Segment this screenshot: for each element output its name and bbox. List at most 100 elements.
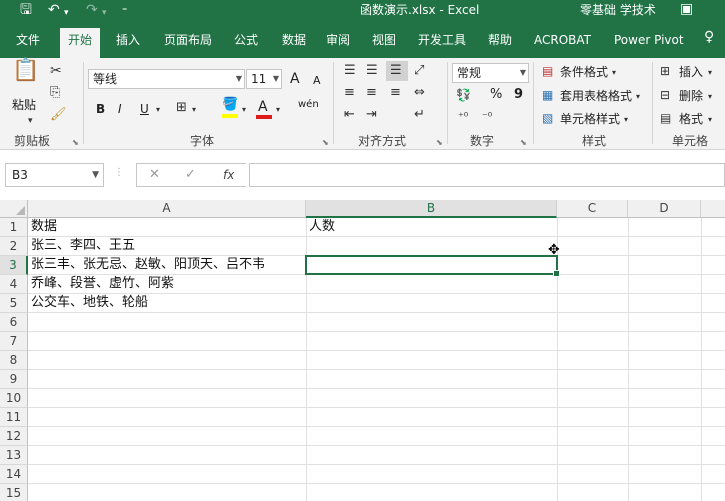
column-header-b[interactable]: B	[306, 200, 557, 218]
paste-dropdown-icon[interactable]: ▾	[28, 114, 33, 128]
row-header[interactable]: 15	[0, 484, 28, 501]
font-launcher-icon[interactable]: ⬊	[322, 138, 329, 147]
cell-b1[interactable]: 人数	[309, 218, 555, 236]
customize-toolbar-icon[interactable]: ⁼	[122, 3, 127, 21]
paste-button[interactable]: 粘贴	[12, 98, 36, 112]
tab-data[interactable]: 数据	[282, 32, 306, 48]
column-header-d[interactable]: D	[628, 200, 701, 218]
paste-icon[interactable]: 📋	[12, 60, 39, 82]
currency-icon[interactable]: 💱	[456, 88, 471, 102]
row-header[interactable]: 12	[0, 427, 28, 446]
number-launcher-icon[interactable]: ⬊	[520, 138, 527, 147]
fill-dropdown-icon[interactable]: ▾	[242, 103, 246, 117]
grow-font-button[interactable]: A	[290, 72, 300, 86]
name-box[interactable]: B3 ▼	[5, 163, 104, 187]
chevron-down-icon[interactable]: ▾	[708, 66, 712, 80]
cell-a4[interactable]: 乔峰、段誉、虚竹、阿紫	[31, 275, 305, 293]
format-as-table-button[interactable]: 套用表格格式	[560, 89, 632, 103]
column-header-c[interactable]: C	[557, 200, 628, 218]
tab-power-pivot[interactable]: Power Pivot	[614, 32, 684, 48]
cancel-icon[interactable]: ✕	[149, 167, 160, 182]
insert-cells-button[interactable]: 插入	[679, 65, 703, 79]
select-all-button[interactable]	[0, 200, 28, 218]
selected-cell-b3[interactable]	[305, 255, 560, 277]
insert-function-button[interactable]: fx	[223, 168, 234, 182]
font-color-dropdown-icon[interactable]: ▾	[276, 103, 280, 117]
lightbulb-icon[interactable]: ♀	[704, 29, 714, 45]
row-header[interactable]: 13	[0, 446, 28, 465]
worksheet-grid[interactable]: A B C D 1 2 3 4 5 6 7 8 9 10 11 12 13 14…	[0, 200, 725, 501]
format-cells-button[interactable]: 格式	[679, 112, 703, 126]
tab-view[interactable]: 视图	[372, 32, 396, 48]
cell-a3[interactable]: 张三丰、张无忌、赵敏、阳顶天、吕不韦	[31, 256, 305, 274]
cut-icon[interactable]: ✂	[50, 64, 62, 78]
resize-handle-icon[interactable]: ⋮	[114, 167, 124, 178]
row-header[interactable]: 2	[0, 237, 28, 256]
formula-input[interactable]	[249, 163, 725, 187]
enter-icon[interactable]: ✓	[185, 167, 196, 182]
cell-a5[interactable]: 公交车、地铁、轮船	[31, 294, 305, 312]
conditional-format-button[interactable]: 条件格式	[560, 65, 608, 79]
italic-button[interactable]: I	[118, 102, 122, 116]
conditional-format-icon[interactable]: ▤	[542, 64, 553, 78]
cell-styles-button[interactable]: 单元格样式	[560, 112, 620, 126]
row-header[interactable]: 8	[0, 351, 28, 370]
format-painter-icon[interactable]: 🖌	[50, 108, 67, 122]
format-cells-icon[interactable]: ▤	[660, 111, 671, 125]
chevron-down-icon[interactable]: ▾	[708, 113, 712, 127]
insert-cells-icon[interactable]: ⊞	[660, 64, 670, 78]
chevron-down-icon[interactable]: ▾	[636, 90, 640, 104]
redo-icon[interactable]: ↷	[86, 1, 98, 19]
tab-insert[interactable]: 插入	[116, 32, 140, 48]
cell-a1[interactable]: 数据	[31, 218, 305, 236]
row-header[interactable]: 9	[0, 370, 28, 389]
bold-button[interactable]: B	[96, 102, 105, 116]
row-header[interactable]: 14	[0, 465, 28, 484]
format-table-icon[interactable]: ▦	[542, 88, 553, 102]
tab-home[interactable]: 开始	[60, 28, 101, 58]
column-header-a[interactable]: A	[28, 200, 306, 218]
underline-button[interactable]: U	[140, 102, 149, 116]
row-header[interactable]: 11	[0, 408, 28, 427]
clipboard-launcher-icon[interactable]: ⬊	[72, 138, 79, 147]
user-name[interactable]: 零基础 学技术	[580, 2, 656, 18]
wrap-text-icon[interactable]: ↵	[414, 108, 425, 122]
delete-cells-icon[interactable]: ⊟	[660, 88, 670, 102]
shrink-font-button[interactable]: A	[313, 74, 321, 88]
delete-cells-button[interactable]: 删除	[679, 89, 703, 103]
tab-acrobat[interactable]: ACROBAT	[534, 32, 591, 48]
row-header[interactable]: 1	[0, 218, 28, 237]
tab-developer[interactable]: 开发工具	[418, 32, 466, 48]
phonetic-button[interactable]: wén	[298, 98, 319, 112]
row-header[interactable]: 7	[0, 332, 28, 351]
tab-help[interactable]: 帮助	[488, 32, 512, 48]
decrease-indent-icon[interactable]: ⇤	[344, 108, 355, 122]
ribbon-display-icon[interactable]: ▣	[680, 0, 693, 18]
fill-color-icon[interactable]: 🪣	[222, 98, 238, 112]
orientation-icon[interactable]: ⤢	[414, 64, 424, 78]
border-icon[interactable]: ⊞	[176, 101, 187, 115]
tab-formulas[interactable]: 公式	[234, 32, 258, 48]
chevron-down-icon[interactable]: ▾	[612, 66, 616, 80]
align-center-icon[interactable]: ≡	[366, 86, 377, 100]
tab-review[interactable]: 审阅	[326, 32, 350, 48]
tab-file[interactable]: 文件	[16, 32, 40, 48]
decrease-decimal-icon[interactable]: ⁻⁰	[482, 110, 492, 124]
align-left-icon[interactable]: ≡	[344, 86, 355, 100]
font-name-select[interactable]: 等线 ▼	[88, 69, 245, 89]
alignment-launcher-icon[interactable]: ⬊	[436, 138, 443, 147]
font-color-button[interactable]: A	[258, 100, 268, 114]
underline-dropdown-icon[interactable]: ▾	[156, 103, 160, 117]
row-header[interactable]: 3	[0, 256, 28, 275]
font-size-select[interactable]: 11 ▼	[246, 69, 282, 89]
increase-decimal-icon[interactable]: ⁺⁰	[458, 110, 468, 124]
cell-styles-icon[interactable]: ▧	[542, 111, 553, 125]
align-right-icon[interactable]: ≡	[390, 86, 401, 100]
row-header[interactable]: 5	[0, 294, 28, 313]
save-icon[interactable]: 🖫	[20, 1, 32, 19]
chevron-down-icon[interactable]: ▾	[708, 90, 712, 104]
align-top-icon[interactable]: ☰	[344, 64, 356, 78]
row-header[interactable]: 6	[0, 313, 28, 332]
comma-button[interactable]: 9	[514, 88, 523, 102]
cell-a2[interactable]: 张三、李四、王五	[31, 237, 305, 255]
